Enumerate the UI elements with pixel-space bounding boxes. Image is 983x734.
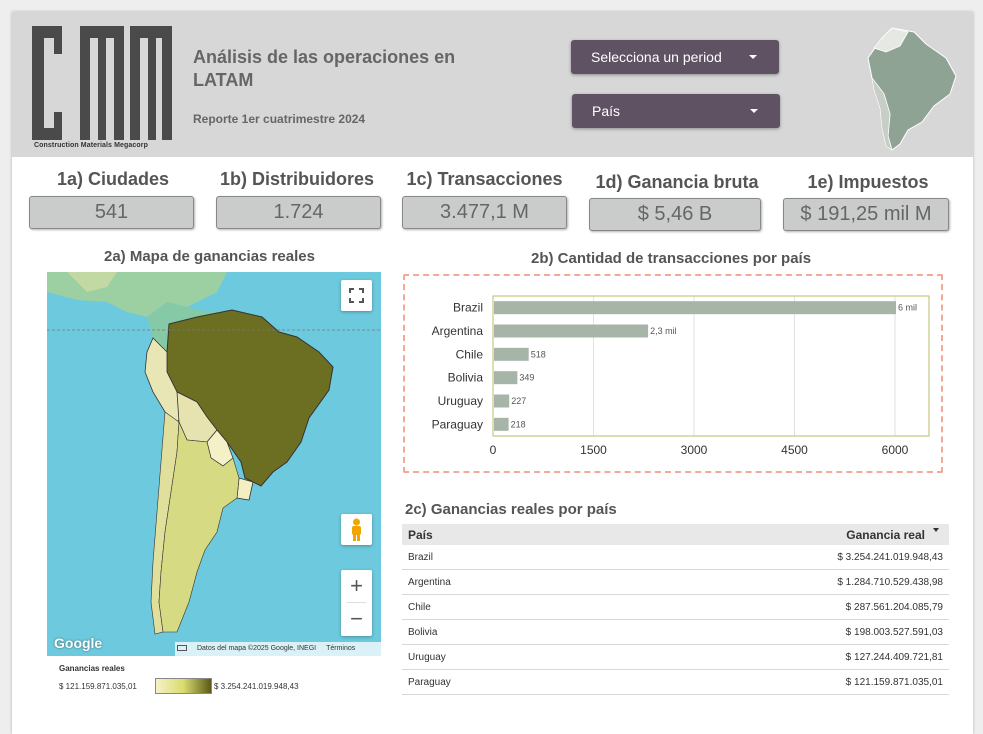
chevron-down-icon bbox=[749, 55, 757, 59]
kpi-label-gross-profit: 1d) Ganancia bruta bbox=[595, 172, 759, 192]
table-cell-country: Uruguay bbox=[408, 652, 446, 663]
table-title: 2c) Ganancias reales por país bbox=[405, 501, 617, 518]
table-cell-country: Brazil bbox=[408, 552, 434, 563]
x-tick-label: 3000 bbox=[681, 443, 708, 457]
google-logo: Google bbox=[54, 635, 103, 651]
period-dropdown[interactable]: Selecciona un period bbox=[571, 40, 779, 74]
chevron-down-icon bbox=[750, 109, 758, 113]
table-cell-country: Chile bbox=[408, 602, 431, 613]
table-cell-profit: $ 121.159.871.035,01 bbox=[845, 677, 943, 688]
map-legend-gradient bbox=[155, 678, 212, 694]
table-cell-country: Paraguay bbox=[408, 677, 451, 688]
logo-subtitle: Construction Materials Megacorp bbox=[34, 142, 148, 149]
map-canvas bbox=[47, 272, 381, 656]
kpi-value-transactions: 3.477,1 M bbox=[402, 196, 567, 229]
kpi-value-distributors: 1.724 bbox=[216, 196, 381, 229]
profit-map[interactable]: + − Google Datos del mapa ©2025 Google, … bbox=[47, 272, 381, 656]
pegman-icon bbox=[352, 518, 361, 541]
bar-chart: 0 1500 3000 4500 6000 Brazil 6 mil Argentina 2,3… bbox=[432, 295, 930, 457]
zoom-out-button[interactable]: − bbox=[341, 603, 372, 636]
table-cell-profit: $ 127.244.409.721,81 bbox=[845, 652, 943, 663]
bar-chart-frame: 0 1500 3000 4500 6000 Brazil 6 mil Argentina 2,3… bbox=[403, 274, 943, 473]
x-tick-label: 0 bbox=[490, 443, 497, 457]
data-label: 2,3 mil bbox=[650, 326, 677, 336]
map-data-credit: Datos del mapa ©2025 Google, INEGI bbox=[196, 645, 317, 652]
zoom-divider bbox=[347, 602, 366, 603]
x-tick-label: 6000 bbox=[882, 443, 909, 457]
fullscreen-button[interactable] bbox=[341, 280, 372, 311]
fullscreen-icon bbox=[349, 288, 364, 303]
bar bbox=[494, 301, 896, 315]
table-header: País Ganancia real bbox=[402, 524, 949, 545]
x-tick-label: 1500 bbox=[580, 443, 607, 457]
keyboard-icon[interactable] bbox=[177, 645, 187, 652]
plot-area-border bbox=[492, 295, 930, 437]
map-legend-max: $ 3.254.241.019.948,43 bbox=[214, 682, 299, 691]
map-legend-min: $ 121.159.871.035,01 bbox=[59, 682, 137, 691]
data-label: 349 bbox=[519, 373, 534, 383]
map-legend-title: Ganancias reales bbox=[59, 664, 125, 673]
cmm-logo bbox=[32, 26, 172, 140]
bar bbox=[494, 394, 510, 408]
kpi-value-cities: 541 bbox=[29, 196, 194, 229]
table-cell-profit: $ 3.254.241.019.948,43 bbox=[837, 552, 943, 563]
table-row[interactable]: Bolivia $ 198.003.527.591,03 bbox=[402, 620, 949, 645]
sort-desc-icon[interactable] bbox=[933, 528, 939, 532]
category-label: Uruguay bbox=[438, 394, 483, 408]
category-label: Chile bbox=[456, 347, 484, 361]
column-header-country[interactable]: País bbox=[408, 528, 433, 542]
bar bbox=[494, 324, 649, 338]
x-tick-label: 4500 bbox=[781, 443, 808, 457]
table-cell-profit: $ 1.284.710.529.438,98 bbox=[837, 577, 943, 588]
page-subtitle: Reporte 1er cuatrimestre 2024 bbox=[193, 112, 366, 126]
kpi-value-taxes: $ 191,25 mil M bbox=[783, 198, 949, 231]
category-label: Paraguay bbox=[432, 417, 483, 431]
country-dropdown[interactable]: País bbox=[572, 94, 780, 128]
kpi-label-transactions: 1c) Transacciones bbox=[406, 169, 563, 189]
period-dropdown-label: Selecciona un period bbox=[591, 49, 722, 65]
table-body: Brazil $ 3.254.241.019.948,43 Argentina $ 1… bbox=[402, 545, 949, 695]
bar-chart-title: 2b) Cantidad de transacciones por país bbox=[531, 250, 812, 267]
kpi-label-distributors: 1b) Distribuidores bbox=[219, 169, 375, 189]
category-label: Bolivia bbox=[448, 371, 484, 385]
table-row[interactable]: Chile $ 287.561.204.085,79 bbox=[402, 595, 949, 620]
table-cell-country: Bolivia bbox=[408, 627, 438, 638]
map-section-title: 2a) Mapa de ganancias reales bbox=[104, 248, 315, 265]
bar bbox=[494, 347, 529, 361]
map-terms-link[interactable]: Términos bbox=[326, 645, 355, 652]
report-page: Construction Materials Megacorp Análisis… bbox=[12, 12, 973, 734]
map-attribution: Datos del mapa ©2025 Google, INEGI Térmi… bbox=[175, 642, 381, 656]
data-label: 227 bbox=[511, 396, 526, 406]
profit-table: País Ganancia real Brazil $ 3.254.241.019… bbox=[402, 524, 949, 695]
kpi-value-gross-profit: $ 5,46 B bbox=[589, 198, 761, 231]
data-label: 6 mil bbox=[898, 303, 917, 313]
table-cell-profit: $ 198.003.527.591,03 bbox=[845, 627, 943, 638]
category-label: Argentina bbox=[432, 324, 484, 338]
bar bbox=[494, 417, 509, 431]
report-header: Construction Materials Megacorp Análisis… bbox=[12, 12, 973, 157]
data-label: 218 bbox=[511, 419, 526, 429]
table-cell-profit: $ 287.561.204.085,79 bbox=[845, 602, 943, 613]
kpi-label-cities: 1a) Ciudades bbox=[56, 169, 170, 189]
page-title: Análisis de las operaciones en LATAM bbox=[193, 47, 456, 90]
table-row[interactable]: Brazil $ 3.254.241.019.948,43 bbox=[402, 545, 949, 570]
street-view-button[interactable] bbox=[341, 514, 372, 545]
table-row[interactable]: Paraguay $ 121.159.871.035,01 bbox=[402, 670, 949, 695]
bar bbox=[494, 371, 518, 385]
table-row[interactable]: Uruguay $ 127.244.409.721,81 bbox=[402, 645, 949, 670]
kpi-label-taxes: 1e) Impuestos bbox=[807, 172, 929, 192]
table-row[interactable]: Argentina $ 1.284.710.529.438,98 bbox=[402, 570, 949, 595]
data-label: 518 bbox=[531, 349, 546, 359]
zoom-control: + − bbox=[341, 570, 372, 636]
category-label: Brazil bbox=[453, 301, 483, 315]
south-america-mini-map bbox=[867, 27, 957, 151]
zoom-in-button[interactable]: + bbox=[341, 570, 372, 603]
column-header-profit[interactable]: Ganancia real bbox=[846, 528, 925, 542]
country-dropdown-label: País bbox=[592, 103, 621, 119]
table-cell-country: Argentina bbox=[408, 577, 451, 588]
